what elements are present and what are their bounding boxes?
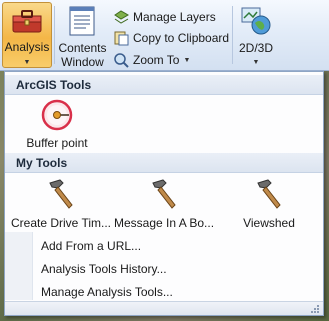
viewshed-label: Viewshed [243,216,295,230]
hammer-icon [257,179,281,209]
contents-label-2: Window [61,55,104,69]
hammer-icon [152,179,176,209]
hammer-icon [49,179,73,209]
buffer-point-tool[interactable]: Buffer point [17,98,97,152]
toolbox-icon [12,10,42,33]
chevron-down-icon: ▼ [183,56,191,64]
analysis-dropdown-menu: ArcGIS Tools Buffer point My Tools Creat… [4,71,324,316]
arcgis-tools-header: ArcGIS Tools [5,75,323,95]
zoom-to-button[interactable]: Zoom To ▼ [111,50,233,70]
contents-window-button[interactable]: Contents Window [57,4,108,69]
contents-window-icon [69,6,95,36]
analysis-button[interactable]: Analysis ▼ [2,2,52,68]
view-2d3d-label: 2D/3D [238,41,273,55]
manage-layers-label: Manage Layers [133,10,216,24]
menu-resize-bar [5,301,323,315]
chevron-down-icon: ▼ [252,59,260,66]
menu-gutter [5,232,33,300]
ribbon-divider [54,6,55,64]
contents-label-1: Contents [58,41,107,55]
viewshed-tool[interactable]: Viewshed [219,176,319,230]
message-in-a-bottle-label: Message In A Bo... [114,216,214,230]
message-in-a-bottle-tool[interactable]: Message In A Bo... [114,176,214,230]
manage-analysis-tools-item[interactable]: Manage Analysis Tools... [41,282,173,302]
buffer-point-label: Buffer point [26,136,88,150]
manage-layers-button[interactable]: Manage Layers [111,7,233,27]
analysis-tools-history-item[interactable]: Analysis Tools History... [41,259,167,279]
copy-to-clipboard-button[interactable]: Copy to Clipboard [111,28,233,48]
copy-to-clipboard-label: Copy to Clipboard [133,31,230,45]
create-drive-time-label: Create Drive Tim... [11,216,111,230]
view-2d3d-button[interactable]: 2D/3D ▼ [235,4,277,66]
resize-grip-icon[interactable] [310,304,320,314]
analysis-label: Analysis [4,40,50,54]
layers-icon [114,10,130,24]
ribbon-divider [232,6,233,64]
chevron-down-icon: ▼ [23,59,31,66]
add-from-url-item[interactable]: Add From a URL... [41,236,141,256]
create-drive-time-tool[interactable]: Create Drive Tim... [11,176,111,230]
my-tools-header: My Tools [5,153,323,173]
zoom-icon [114,53,129,68]
zoom-to-label: Zoom To [133,53,180,67]
globe-view-icon [241,7,271,35]
buffer-point-icon [41,99,73,131]
ribbon: Analysis ▼ Contents Window Manage Layers… [0,0,329,71]
clipboard-icon [114,31,129,46]
